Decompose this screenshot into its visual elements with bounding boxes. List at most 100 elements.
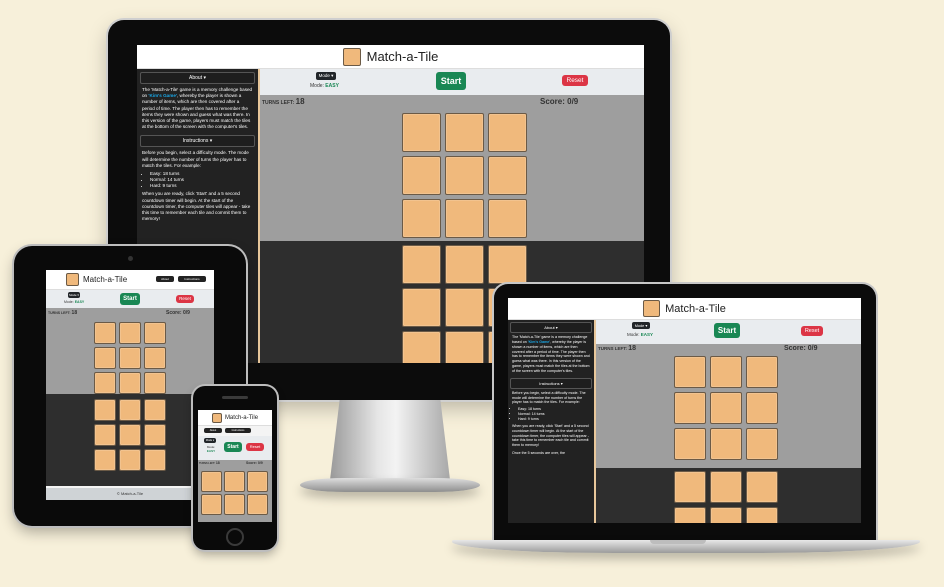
mode-indicator: Mode: EASY (627, 332, 653, 337)
start-button[interactable]: Start (224, 442, 242, 452)
computer-tile-grid (201, 471, 268, 515)
mode-dropdown-button[interactable]: Mode ▾ (632, 322, 650, 329)
score-display: Score: 0/9 (246, 461, 263, 465)
app-title: Match-a-Tile (665, 302, 726, 315)
reset-button[interactable]: Reset (246, 443, 264, 451)
computer-tile (710, 356, 742, 388)
laptop-notch (650, 540, 706, 544)
app-title: Match-a-Tile (366, 49, 439, 64)
reset-button[interactable]: Reset (176, 295, 194, 303)
mode-hard-item: Hard: 9 turns (150, 183, 253, 189)
turns-indicator: TURNS LEFT: 18 (199, 461, 221, 465)
start-button[interactable]: Start (436, 72, 466, 90)
reset-button[interactable]: Reset (801, 326, 823, 336)
computer-tile (746, 392, 778, 424)
player-tile[interactable] (94, 399, 116, 421)
about-toggle[interactable]: About ▾ (140, 72, 255, 84)
phone-header-buttons: About Instructions (204, 428, 251, 433)
instructions-intro: Before you begin, select a difficulty mo… (142, 150, 249, 168)
about-toggle[interactable]: About ▾ (510, 322, 592, 333)
about-text: The 'Match-a-Tile' game is a memory chal… (140, 84, 255, 133)
instructions-button[interactable]: Instructions (178, 276, 206, 282)
computer-board: TURNS LEFT: 18 Score: 0/9 (198, 460, 272, 522)
player-tile[interactable] (710, 471, 742, 503)
player-tile[interactable] (144, 449, 166, 471)
kims-game-link[interactable]: 'Kim's Game' (528, 340, 550, 344)
imac-stand-base (300, 478, 480, 492)
instructions-toggle[interactable]: Instructions ▾ (140, 135, 255, 148)
computer-tile (201, 471, 222, 492)
player-tile[interactable] (119, 399, 141, 421)
computer-tile (144, 372, 166, 394)
computer-tile (94, 347, 116, 369)
computer-board: TURNS LEFT: 18 Score: 0/9 (596, 344, 861, 468)
player-tile[interactable] (402, 331, 441, 363)
about-text: The 'Match-a-Tile' game is a memory chal… (510, 333, 592, 376)
computer-tile (746, 356, 778, 388)
turns-indicator: TURNS LEFT: 18 (598, 345, 636, 352)
mode-value: EASY (325, 83, 339, 89)
start-button[interactable]: Start (120, 293, 140, 305)
instructions-button[interactable]: Instructions (225, 428, 251, 433)
player-tile[interactable] (402, 245, 441, 284)
player-tile[interactable] (445, 245, 484, 284)
mode-dropdown-button[interactable]: Mode ▾ (316, 72, 336, 80)
reset-button[interactable]: Reset (562, 75, 588, 86)
score-display: Score: 0/9 (784, 345, 818, 352)
player-tile[interactable] (402, 288, 441, 327)
player-tile-grid (94, 399, 166, 471)
player-tile[interactable] (144, 424, 166, 446)
computer-tile (224, 494, 245, 515)
computer-tile (746, 428, 778, 460)
player-tile[interactable] (144, 399, 166, 421)
turns-value: 18 (628, 345, 637, 352)
computer-board: TURNS LEFT: 18 Score: 0/9 (260, 95, 644, 241)
player-tile[interactable] (445, 288, 484, 327)
computer-tile (674, 356, 706, 388)
mode-dropdown-button[interactable]: Mode ▾ (204, 438, 216, 443)
turns-label: TURNS LEFT: (48, 311, 71, 315)
computer-tile (445, 113, 484, 152)
computer-tile (247, 471, 268, 492)
player-tile[interactable] (710, 507, 742, 523)
logo-tile-icon (342, 47, 361, 66)
controls-bar: Mode ▾ Mode: EASY Start Reset (596, 320, 861, 344)
app-header: Match-a-Tile (508, 298, 861, 320)
instructions-step2: When you are ready, click 'Start' and a … (512, 423, 589, 448)
player-tile[interactable] (746, 471, 778, 503)
controls-bar: Mode ▾ Mode: EASY Start Reset (46, 290, 214, 308)
player-tile[interactable] (119, 424, 141, 446)
about-button[interactable]: About (156, 276, 174, 282)
turns-indicator: TURNS LEFT: 18 (48, 310, 77, 316)
computer-tile (445, 156, 484, 195)
instructions-text: Before you begin, select a difficulty mo… (140, 147, 255, 225)
imac-stand (330, 400, 450, 480)
player-tile[interactable] (445, 331, 484, 363)
computer-tile-grid (94, 322, 166, 394)
player-tile[interactable] (94, 449, 116, 471)
computer-tile (94, 372, 116, 394)
computer-tile (402, 156, 441, 195)
player-board (46, 394, 214, 486)
start-button[interactable]: Start (714, 323, 740, 338)
about-text-part2: , whereby the player is shown a number o… (142, 93, 251, 130)
computer-tile (119, 322, 141, 344)
mode-label: Mode: (64, 300, 74, 304)
about-button[interactable]: About (204, 428, 222, 433)
instructions-toggle[interactable]: Instructions ▾ (510, 377, 592, 389)
player-tile[interactable] (119, 449, 141, 471)
kims-game-link[interactable]: 'Kim's Game' (148, 93, 177, 98)
player-tile[interactable] (674, 471, 706, 503)
player-tile[interactable] (674, 507, 706, 523)
player-tile[interactable] (488, 245, 527, 284)
player-tile[interactable] (94, 424, 116, 446)
turns-value: 18 (215, 461, 220, 465)
mode-value: EASY (206, 449, 216, 453)
app-title: Match-a-Tile (224, 414, 259, 421)
player-tile[interactable] (746, 507, 778, 523)
computer-board: TURNS LEFT: 18 Score: 0/9 (46, 308, 214, 394)
phone-speaker (222, 396, 248, 399)
app-header: Match-a-Tile About Instructions (46, 270, 214, 290)
turns-label: TURNS LEFT: (262, 100, 295, 106)
mode-dropdown-button[interactable]: Mode ▾ (68, 292, 80, 298)
